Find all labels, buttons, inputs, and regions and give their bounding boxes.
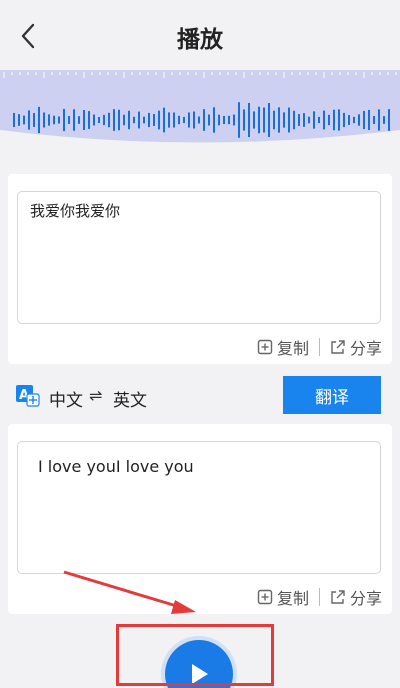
translate-button[interactable]: 翻译 (283, 376, 381, 414)
target-language-selector[interactable]: 英文 (113, 386, 147, 411)
source-share-button[interactable]: 分享 (330, 335, 382, 359)
result-card: I love youI love you 复制 分享 (8, 424, 392, 614)
share-label: 分享 (349, 589, 382, 608)
copy-label: 复制 (276, 339, 309, 358)
result-text-output[interactable]: I love youI love you (17, 441, 381, 574)
share-icon (331, 590, 345, 604)
divider (318, 588, 320, 606)
swap-languages-button[interactable]: ⇌ (89, 386, 102, 405)
copy-icon (257, 589, 273, 605)
copy-label: 复制 (276, 589, 309, 608)
source-language-selector[interactable]: 中文 (49, 386, 83, 411)
chevron-left-icon (21, 23, 35, 49)
waveform-display (0, 70, 400, 160)
header: 播放 (0, 0, 400, 72)
source-text-input[interactable]: 我爱你我爱你 (17, 191, 381, 324)
source-card: 我爱你我爱你 复制 分享 (8, 174, 392, 364)
source-actions: 复制 分享 (257, 336, 382, 358)
source-copy-button[interactable]: 复制 (257, 335, 309, 359)
page-title: 播放 (177, 27, 223, 53)
share-icon (331, 340, 345, 354)
result-copy-button[interactable]: 复制 (257, 585, 309, 609)
annotation-highlight-box (116, 624, 274, 686)
translate-logo-icon: A (16, 385, 40, 407)
divider (318, 338, 320, 356)
language-bar: A 中文 ⇌ 英文 翻译 (0, 372, 400, 418)
share-label: 分享 (349, 339, 382, 358)
result-actions: 复制 分享 (257, 586, 382, 608)
back-button[interactable] (14, 20, 42, 52)
result-share-button[interactable]: 分享 (330, 585, 382, 609)
copy-icon (257, 339, 273, 355)
